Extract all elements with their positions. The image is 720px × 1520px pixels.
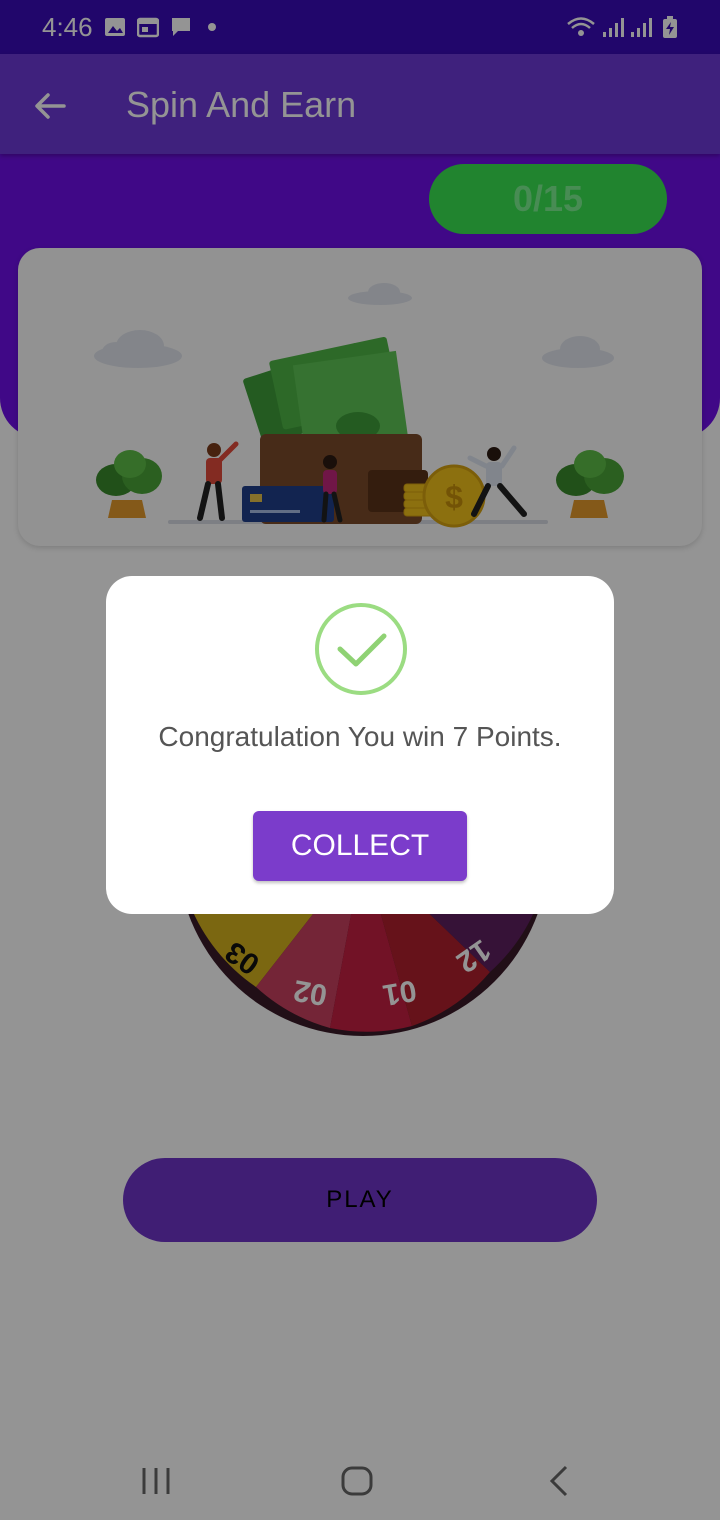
reward-dialog: Congratulation You win 7 Points. COLLECT [106,576,614,914]
collect-button[interactable]: COLLECT [253,811,467,881]
dialog-message: Congratulation You win 7 Points. [158,721,562,752]
check-circle-icon [315,603,407,695]
